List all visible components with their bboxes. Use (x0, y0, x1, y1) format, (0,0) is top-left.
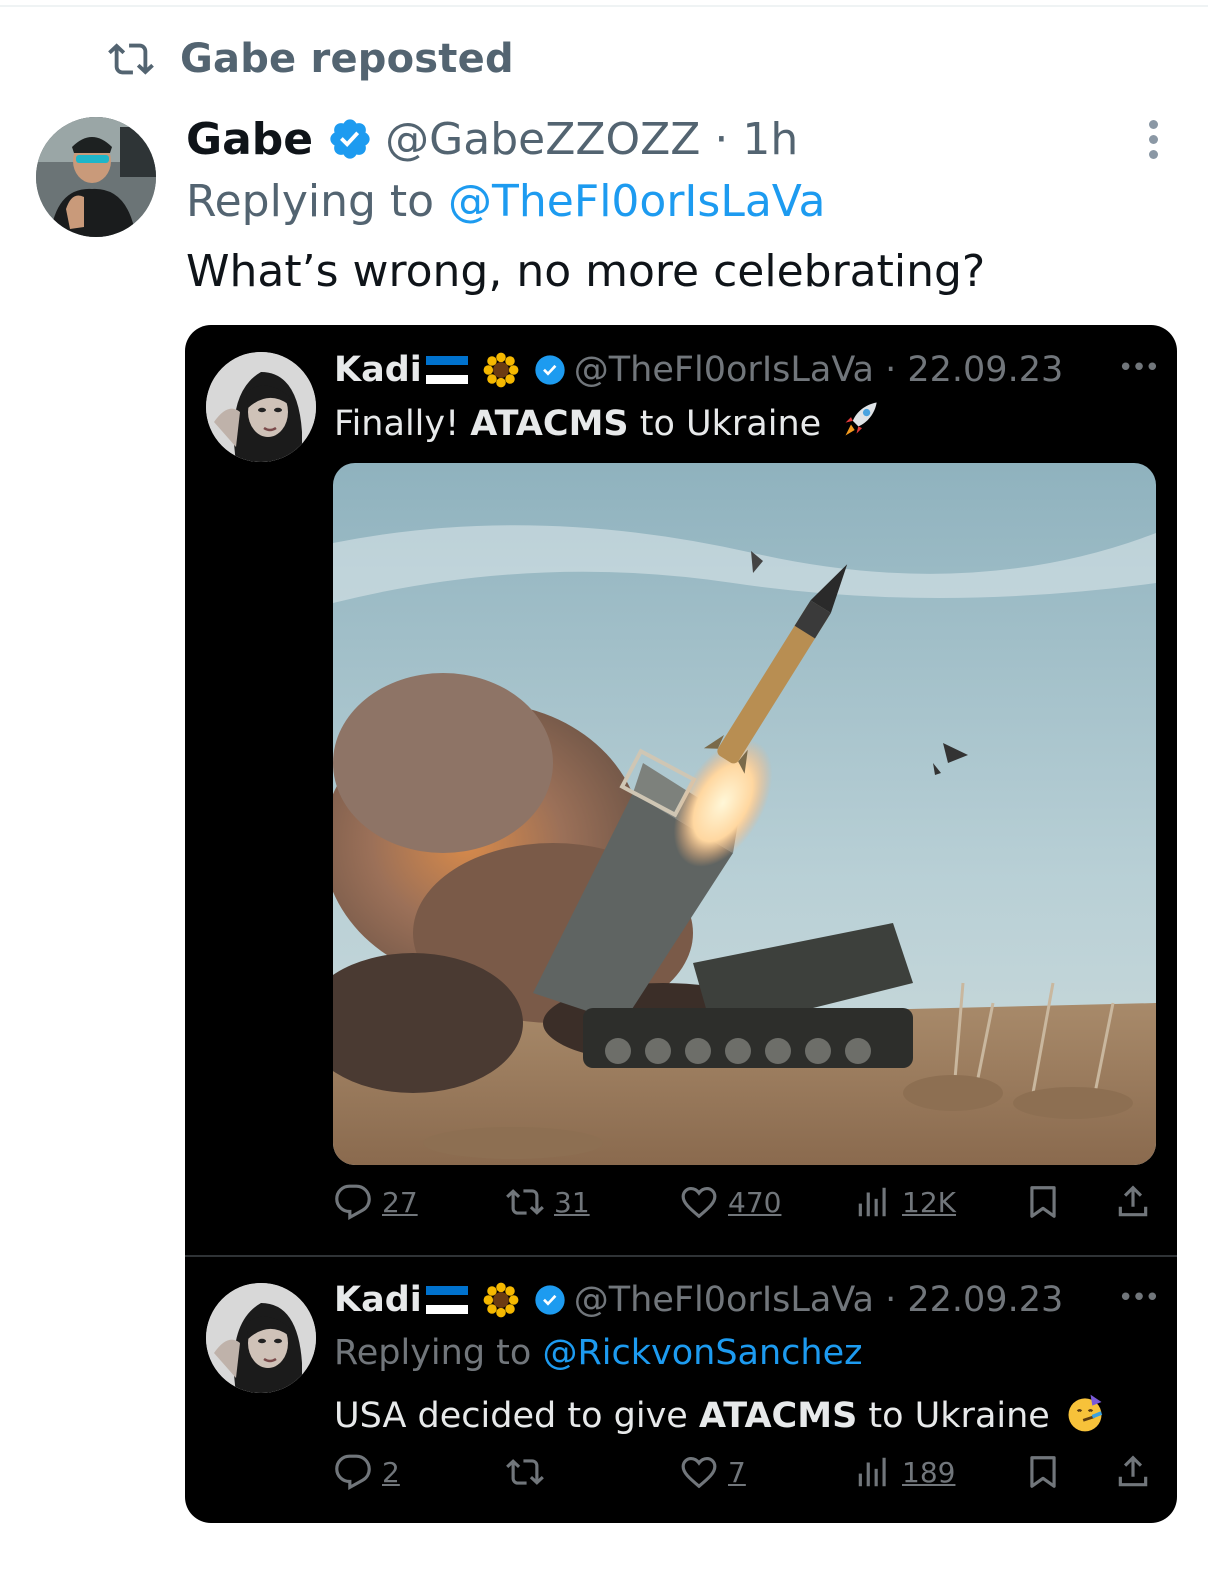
reply-icon (335, 1454, 371, 1491)
post1-actions: 27 31 470 12K (334, 1183, 1154, 1231)
author-avatar[interactable] (36, 117, 156, 237)
post2-reply-action[interactable]: 2 (334, 1453, 400, 1491)
post1-views-count: 12K (902, 1185, 956, 1219)
bookmark-icon (1030, 1456, 1056, 1488)
repost-icon (506, 1459, 544, 1485)
views-icon (858, 1187, 886, 1217)
post2-replying-to: Replying to @RickvonSanchez (334, 1333, 863, 1373)
repost-label: Gabe reposted (180, 36, 514, 82)
post2-like-action[interactable]: 7 (680, 1453, 746, 1491)
post1-like-action[interactable]: 470 (680, 1183, 781, 1221)
share-icon (1118, 1185, 1148, 1217)
author-name[interactable]: Gabe (186, 114, 313, 165)
post1-repost-action[interactable]: 31 (506, 1183, 590, 1221)
bookmark-icon (1030, 1186, 1056, 1218)
repost-banner[interactable]: Gabe reposted (108, 36, 514, 82)
post2-text-suffix: to Ukraine (857, 1396, 1050, 1436)
post2-actions: 2 7 189 (334, 1453, 1154, 1501)
post2-text: USA decided to give ATACMS to Ukraine (334, 1391, 1107, 1436)
post2-share-action[interactable] (1114, 1453, 1152, 1491)
verified-badge-icon (330, 119, 370, 159)
post2-reply-count: 2 (382, 1455, 400, 1489)
post2-text-bold: ATACMS (698, 1396, 858, 1436)
replying-to: Replying to @TheFl0orIsLaVa (186, 176, 825, 227)
post2-header: Kadi @TheFl0orIsLaVa · 22.09.23 (334, 1275, 1063, 1325)
replying-prefix: Replying to (186, 176, 449, 227)
post1-name: Kadi (334, 350, 422, 390)
post2-text-prefix: USA decided to give (334, 1396, 699, 1436)
post1-reply-count: 27 (382, 1185, 418, 1219)
repost-icon (108, 43, 154, 75)
share-icon (1118, 1455, 1148, 1487)
kadi-avatar (206, 352, 316, 462)
estonia-flag-icon (425, 1286, 468, 1314)
rocket-icon (845, 402, 877, 436)
views-icon (858, 1457, 886, 1487)
post1-reply-action[interactable]: 27 (334, 1183, 418, 1221)
post1-repost-count: 31 (554, 1185, 590, 1219)
post1-text-prefix: Finally! (334, 404, 471, 444)
sunflower-icon (483, 352, 519, 388)
repost-icon (506, 1189, 544, 1215)
tweet-header: Gabe @GabeZZOZZ · 1h (186, 108, 798, 170)
post2-name: Kadi (334, 1280, 422, 1320)
post2-bookmark-action[interactable] (1024, 1453, 1062, 1491)
post1-like-count: 470 (728, 1185, 782, 1219)
tweet-text: What’s wrong, no more celebrating? (186, 246, 986, 297)
post1-share-action[interactable] (1114, 1183, 1152, 1221)
post-divider (185, 1255, 1177, 1257)
verified-badge-icon (535, 1285, 565, 1315)
heart-icon (681, 1186, 717, 1219)
post1-text-suffix: to Ukraine (628, 404, 822, 444)
avatar-photo (36, 117, 156, 237)
post2-views-count: 189 (902, 1455, 956, 1489)
missile-launch-photo (333, 463, 1156, 1165)
partying-face-icon (1068, 1394, 1103, 1432)
post2-replying-link: @RickvonSanchez (542, 1333, 863, 1373)
post1-text-bold: ATACMS (470, 404, 629, 444)
reply-icon (335, 1184, 371, 1221)
post1-image[interactable] (333, 463, 1156, 1165)
post2-views-action[interactable]: 189 (854, 1453, 955, 1491)
verified-badge-icon (535, 355, 565, 385)
more-options-icon[interactable] (1143, 120, 1163, 164)
kadi-avatar (206, 1283, 316, 1393)
post2-repost-action[interactable] (506, 1453, 554, 1491)
post2-replying-prefix: Replying to (334, 1333, 543, 1373)
post2-handle-date: @TheFl0orIsLaVa · 22.09.23 (573, 1280, 1064, 1320)
sunflower-icon (483, 1282, 519, 1318)
replying-to-link[interactable]: @TheFl0orIsLaVa (448, 176, 825, 227)
post2-more-icon: ••• (1118, 1283, 1160, 1313)
author-handle-time[interactable]: @GabeZZOZZ · 1h (385, 114, 798, 165)
post1-bookmark-action[interactable] (1024, 1183, 1062, 1221)
post1-handle-date: @TheFl0orIsLaVa · 22.09.23 (573, 350, 1064, 390)
top-divider (0, 5, 1208, 7)
heart-icon (681, 1456, 717, 1489)
post1-views-action[interactable]: 12K (854, 1183, 956, 1221)
post2-like-count: 7 (728, 1455, 746, 1489)
estonia-flag-icon (425, 356, 468, 384)
post1-text: Finally! ATACMS to Ukraine (334, 397, 884, 444)
embedded-screenshot[interactable]: Kadi @TheFl0orIsLaVa · 22.09.23 ••• Fina… (185, 325, 1177, 1523)
post1-more-icon: ••• (1118, 353, 1160, 383)
post1-header: Kadi @TheFl0orIsLaVa · 22.09.23 (334, 345, 1063, 395)
